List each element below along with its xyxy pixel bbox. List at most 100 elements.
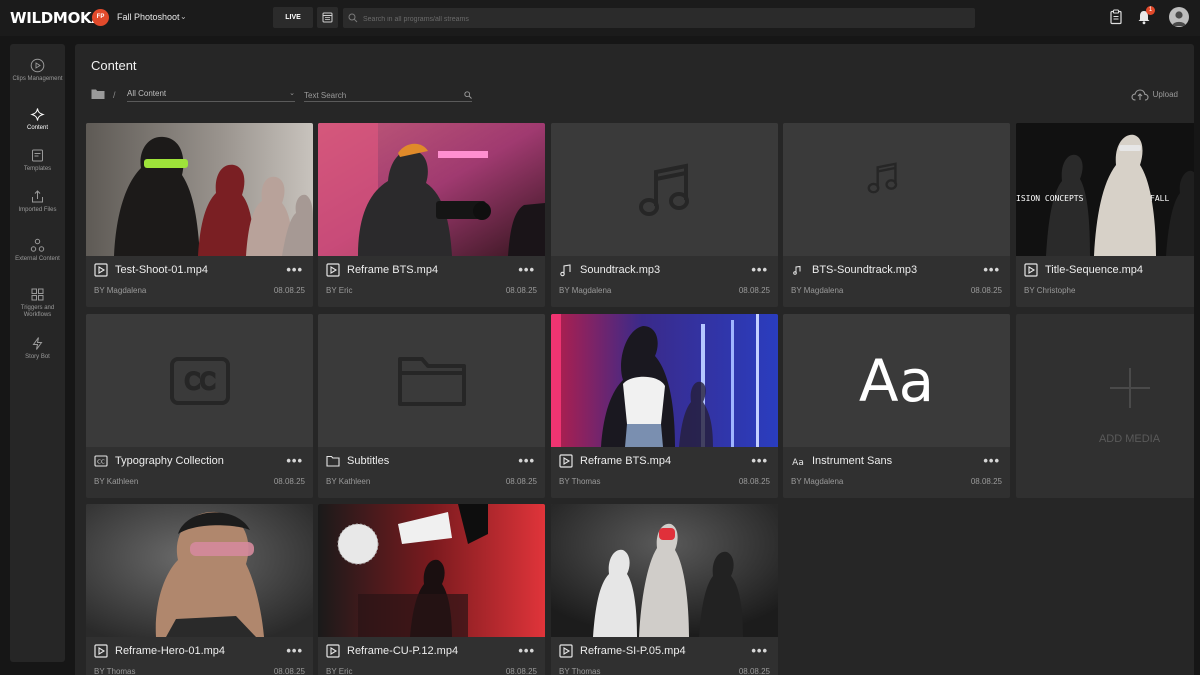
lightning-icon (32, 337, 43, 350)
template-icon (32, 149, 43, 162)
cloud-upload-icon (1131, 89, 1149, 101)
file-date: 08.08.25 (970, 286, 1002, 295)
content-filter-value: All Content (127, 89, 167, 98)
play-circle-icon (30, 58, 45, 73)
add-media-label: ADD MEDIA (1098, 433, 1161, 445)
calendar-button[interactable] (317, 7, 338, 28)
file-author: BY Eric (326, 667, 353, 675)
file-author: BY Magdalena (94, 286, 147, 295)
video-file-icon (559, 454, 573, 468)
media-card[interactable]: CC CC Typography Collection ••• BY Kathl… (86, 314, 313, 498)
page-title: Content (91, 58, 137, 73)
music-note-icon (638, 163, 689, 216)
more-options-icon[interactable]: ••• (286, 262, 303, 277)
svg-text:CC: CC (97, 460, 105, 466)
media-card[interactable]: BTS-Soundtrack.mp3 ••• BY Magdalena 08.0… (783, 123, 1010, 307)
sidebar-item-triggers-and-workflows[interactable]: Triggers and Workflows (10, 287, 65, 319)
more-options-icon[interactable]: ••• (983, 262, 1000, 277)
notification-badge: 1 (1146, 6, 1155, 15)
more-options-icon[interactable]: ••• (983, 453, 1000, 468)
content-panel: Content / All Content ⌄ Upload Test-Shoo… (75, 44, 1194, 675)
upload-label: Upload (1152, 90, 1178, 100)
thumbnail-overlay-text: FALL (1150, 194, 1170, 203)
media-card[interactable]: Reframe BTS.mp4 ••• BY Eric 08.08.25 (318, 123, 545, 307)
logo[interactable]: WILDMOKA (10, 9, 103, 27)
media-card[interactable]: Subtitles ••• BY Kathleen 08.08.25 (318, 314, 545, 498)
closed-captions-file-icon: CC (94, 455, 108, 467)
video-thumbnail[interactable]: ISION CONCEPTS FALL (1016, 123, 1194, 256)
file-author: BY Magdalena (791, 286, 844, 295)
live-button[interactable]: LIVE (273, 7, 313, 28)
media-card[interactable]: ISION CONCEPTS FALL Title-Sequence.mp4 B… (1016, 123, 1194, 307)
closed-captions-icon: CC (169, 356, 230, 405)
video-thumbnail[interactable] (86, 504, 313, 637)
search-icon (464, 91, 472, 99)
sidebar-item-label: Imported Files (18, 207, 57, 213)
media-card[interactable]: Reframe-Hero-01.mp4 ••• BY Thomas 08.08.… (86, 504, 313, 675)
media-card[interactable]: Aa Aa Instrument Sans ••• BY Magdalena 0… (783, 314, 1010, 498)
video-thumbnail[interactable] (86, 123, 313, 256)
svg-text:CC: CC (184, 370, 215, 395)
video-file-icon (94, 263, 108, 277)
more-options-icon[interactable]: ••• (518, 453, 535, 468)
content-filter-select[interactable]: All Content ⌄ (127, 89, 295, 102)
video-thumbnail[interactable] (318, 123, 545, 256)
global-search-input[interactable] (361, 8, 965, 30)
more-options-icon[interactable]: ••• (751, 453, 768, 468)
media-card[interactable]: Reframe BTS.mp4 ••• BY Thomas 08.08.25 (551, 314, 778, 498)
media-card[interactable]: Reframe-CU-P.12.mp4 ••• BY Eric 08.08.25 (318, 504, 545, 675)
video-file-icon (94, 644, 108, 658)
global-search[interactable] (343, 8, 975, 30)
sidebar-item-story-bot[interactable]: Story Bot (10, 336, 65, 361)
sidebar-item-content[interactable]: Content (10, 107, 65, 132)
subtitles-thumbnail[interactable]: CC (86, 314, 313, 447)
more-options-icon[interactable]: ••• (518, 643, 535, 658)
text-search-field[interactable] (304, 89, 472, 102)
media-card[interactable]: Reframe-SI-P.05.mp4 ••• BY Thomas 08.08.… (551, 504, 778, 675)
audio-thumbnail[interactable] (551, 123, 778, 256)
more-options-icon[interactable]: ••• (751, 643, 768, 658)
more-options-icon[interactable]: ••• (286, 643, 303, 658)
file-date: 08.08.25 (505, 667, 537, 675)
sidebar-item-templates[interactable]: Templates (10, 148, 65, 173)
font-file-icon: Aa (792, 458, 804, 468)
grid-icon (31, 288, 44, 301)
video-thumbnail[interactable] (551, 314, 778, 447)
add-media-button[interactable]: ADD MEDIA (1016, 314, 1194, 498)
file-name: Typography Collection (115, 455, 224, 467)
sidebar-item-imported-files[interactable]: Imported Files (10, 189, 65, 214)
clipboard-icon[interactable] (1109, 9, 1123, 25)
user-icon (1172, 11, 1186, 26)
file-date: 08.08.25 (505, 477, 537, 486)
folder-icon[interactable] (91, 88, 105, 100)
video-thumbnail[interactable] (318, 504, 545, 637)
sidebar-item-clips-management[interactable]: Clips Management (10, 58, 65, 83)
file-author: BY Thomas (559, 477, 601, 486)
file-name: Reframe BTS.mp4 (347, 264, 439, 276)
video-thumbnail[interactable] (551, 504, 778, 637)
file-date: 08.08.25 (970, 477, 1002, 486)
text-search-input[interactable] (304, 89, 459, 101)
font-thumbnail[interactable]: Aa (783, 314, 1010, 447)
sidebar-item-external-content[interactable]: External Content (10, 238, 65, 263)
avatar[interactable] (1169, 7, 1189, 27)
project-avatar[interactable]: FP (92, 9, 109, 26)
audio-thumbnail[interactable] (783, 123, 1010, 256)
plus-icon (1110, 368, 1150, 408)
file-date: 08.08.25 (273, 286, 305, 295)
search-icon (348, 13, 358, 23)
media-card[interactable]: Test-Shoot-01.mp4 ••• BY Magdalena 08.08… (86, 123, 313, 307)
file-author: BY Magdalena (559, 286, 612, 295)
more-options-icon[interactable]: ••• (751, 262, 768, 277)
folder-thumbnail[interactable] (318, 314, 545, 447)
calendar-icon (322, 12, 333, 23)
chevron-down-icon[interactable]: ⌄ (180, 12, 187, 21)
sidebar-item-label: External Content (15, 256, 60, 262)
project-selector[interactable]: Fall Photoshoot (117, 12, 180, 22)
music-note-icon (867, 162, 898, 194)
more-options-icon[interactable]: ••• (286, 453, 303, 468)
media-card[interactable]: Soundtrack.mp3 ••• BY Magdalena 08.08.25 (551, 123, 778, 307)
upload-button[interactable]: Upload (1131, 89, 1178, 101)
more-options-icon[interactable]: ••• (518, 262, 535, 277)
thumbnail-overlay-text: ISION CONCEPTS (1016, 194, 1084, 203)
